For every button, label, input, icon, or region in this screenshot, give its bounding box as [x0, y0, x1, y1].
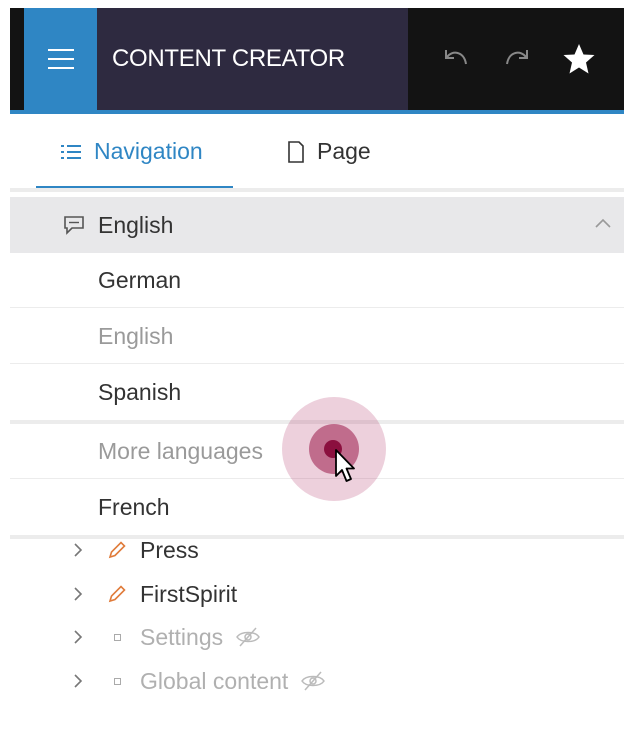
tab-navigation[interactable]: Navigation [60, 138, 203, 165]
tree-item-global-content[interactable]: Global content [72, 663, 326, 699]
app-title-box: CONTENT CREATOR [97, 8, 408, 110]
mouse-cursor-icon [335, 449, 355, 482]
undo-button[interactable] [440, 42, 472, 74]
app-title: CONTENT CREATOR [112, 45, 345, 72]
language-current: English [98, 211, 174, 238]
tree-item-label: Press [140, 536, 199, 563]
tree-item-label: Global content [140, 667, 289, 694]
chevron-right-icon[interactable] [72, 586, 92, 602]
square-icon [98, 633, 136, 641]
top-bar: CONTENT CREATOR [0, 0, 624, 114]
tree-item-label: Settings [140, 623, 224, 650]
language-option-label: German [98, 267, 182, 293]
tree-item-label: FirstSpirit [140, 580, 238, 607]
pencil-icon [98, 583, 136, 605]
speech-bubble-icon [62, 214, 86, 241]
tabs-separator [10, 188, 624, 192]
chevron-right-icon[interactable] [72, 542, 92, 558]
menu-icon [47, 49, 74, 69]
language-option-german[interactable]: German [10, 253, 624, 308]
undo-icon [445, 50, 467, 65]
hidden-eye-icon [235, 626, 261, 648]
tree-item-press[interactable]: Press [72, 532, 199, 568]
language-selector[interactable]: English [10, 197, 624, 253]
tree-item-settings[interactable]: Settings [72, 619, 261, 655]
list-icon [60, 143, 82, 161]
menu-button[interactable] [24, 8, 97, 110]
hidden-eye-icon [300, 670, 326, 692]
tab-bar: Navigation Page [0, 114, 624, 192]
language-option-english[interactable]: English [10, 309, 624, 364]
square-icon [98, 677, 136, 685]
language-option-label: Spanish [98, 379, 182, 405]
chevron-right-icon[interactable] [72, 629, 92, 645]
language-option-label: More languages [98, 438, 263, 464]
language-option-label: French [98, 494, 170, 520]
chevron-up-icon [594, 216, 612, 235]
chevron-right-icon[interactable] [72, 673, 92, 689]
tree-item-firstspirit[interactable]: FirstSpirit [72, 576, 237, 612]
page-icon [287, 140, 305, 163]
favorite-button[interactable] [562, 42, 595, 74]
tab-navigation-label: Navigation [94, 138, 203, 164]
tab-page-label: Page [317, 138, 371, 164]
star-icon [563, 44, 595, 74]
language-option-label: English [98, 323, 174, 349]
redo-button[interactable] [501, 42, 533, 74]
redo-icon [506, 50, 528, 65]
tab-page[interactable]: Page [287, 138, 371, 165]
pencil-icon [98, 539, 136, 561]
